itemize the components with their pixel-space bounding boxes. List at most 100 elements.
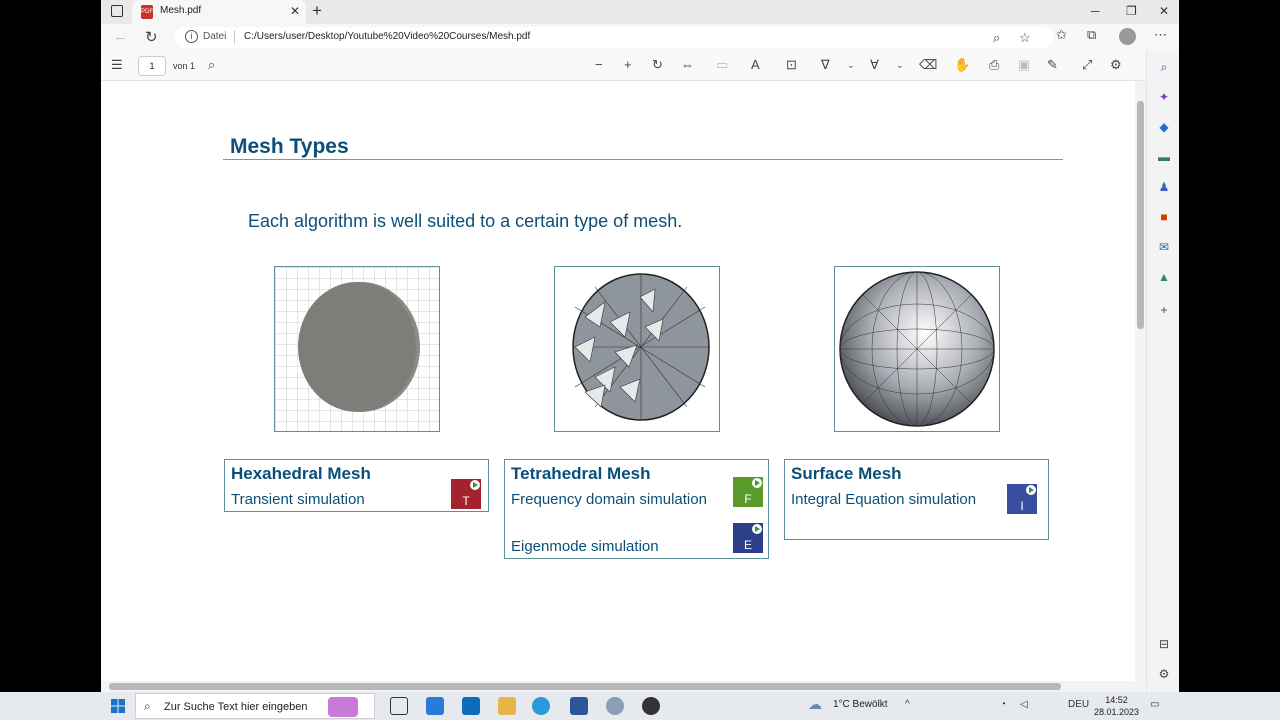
highlight-icon[interactable]: ∀ (870, 57, 879, 73)
add-icon[interactable]: + (1157, 303, 1171, 317)
sidebar-toggle-icon[interactable]: ⊟ (1157, 637, 1171, 651)
window-close-icon[interactable]: ✕ (1159, 4, 1169, 18)
collections-icon[interactable]: ⧉ (1087, 27, 1096, 43)
horizontal-scrollbar[interactable] (101, 681, 1145, 692)
minimize-icon[interactable]: ─ (1091, 4, 1100, 18)
search-icon[interactable]: ⌕ (208, 57, 215, 73)
card-line: Eigenmode simulation (511, 538, 659, 555)
more-icon[interactable]: ⋯ (1154, 27, 1167, 43)
surface-card: Surface Mesh Integral Equation simulatio… (784, 459, 1049, 540)
url-field[interactable]: i Datei C:/Users/user/Desktop/Youtube%20… (174, 27, 1054, 48)
recorder-icon[interactable] (642, 697, 660, 715)
text-icon[interactable]: ⊡ (786, 57, 797, 73)
weather-text[interactable]: 1°C Bewölkt (833, 699, 888, 710)
zoom-icon[interactable]: ⌕ (993, 30, 1000, 46)
hexahedral-mesh-image (274, 266, 440, 432)
settings-icon[interactable]: ⚙ (1157, 667, 1171, 681)
chevron-down-icon[interactable]: ⌄ (847, 60, 855, 71)
volume-icon[interactable]: ◁ (1020, 699, 1028, 710)
integral-solver-icon[interactable]: I (1007, 484, 1037, 514)
office-icon[interactable]: ■ (1157, 210, 1171, 224)
card-line: Integral Equation simulation (791, 491, 977, 508)
title-divider (223, 159, 1063, 160)
browser-window: PDF Mesh.pdf ✕ + ─ ❐ ✕ ← ↻ i Datei C:/Us… (101, 0, 1179, 692)
pdf-toolbar: ☰ 1 von 1 ⌕ − + ↻ ⇔ ▭ A ⊡ ∇ ⌄ ∀ ⌄ ⌫ ✋ ⎙ … (101, 51, 1145, 81)
avatar[interactable] (1119, 28, 1136, 45)
card-line: Transient simulation (231, 491, 365, 508)
edge-sidebar: ⌕ ✦ ◆ ▬ ♟ ■ ✉ ▲ + ⊟ ⚙ (1146, 51, 1179, 692)
pdf-page: Mesh Types Each algorithm is well suited… (101, 81, 1135, 681)
store-icon[interactable] (426, 697, 444, 715)
games-icon[interactable]: ♟ (1157, 180, 1171, 194)
scroll-thumb[interactable] (109, 683, 1061, 690)
print-icon[interactable]: ⎙ (989, 57, 999, 73)
tab-actions-icon[interactable] (111, 5, 123, 17)
chevron-up-icon[interactable]: ^ (905, 699, 910, 710)
fit-page-icon[interactable]: ⇔ (681, 57, 694, 72)
page-total: von 1 (173, 61, 196, 71)
word-icon[interactable] (570, 697, 588, 715)
windows-start-icon[interactable] (111, 699, 125, 713)
favorite-star-icon[interactable]: ☆ (1019, 30, 1031, 46)
back-icon[interactable]: ← (113, 28, 128, 45)
tree-icon[interactable]: ▲ (1157, 270, 1171, 284)
language-indicator[interactable]: DEU (1068, 699, 1089, 710)
touch-icon: ✋ (954, 57, 971, 72)
close-icon[interactable]: ✕ (290, 4, 300, 18)
search-icon[interactable]: ⌕ (1157, 60, 1171, 74)
page-number-input[interactable]: 1 (138, 56, 166, 76)
divider (234, 30, 235, 44)
tag-icon[interactable]: ◆ (1157, 120, 1171, 134)
fullscreen-icon[interactable]: ⤢ (1082, 57, 1092, 73)
badge-letter: T (462, 494, 470, 508)
transient-solver-icon[interactable]: T (451, 479, 481, 509)
url-text: C:/Users/user/Desktop/Youtube%20Video%20… (244, 31, 531, 42)
frequency-solver-icon[interactable]: F (733, 477, 763, 507)
scroll-thumb[interactable] (1137, 101, 1144, 329)
settings-icon[interactable]: ⚙ (1110, 57, 1122, 73)
app-icon[interactable] (606, 697, 624, 715)
maximize-icon[interactable]: ❐ (1126, 4, 1137, 18)
vertical-scrollbar[interactable] (1135, 81, 1146, 681)
badge-letter: I (1020, 499, 1024, 513)
surface-mesh-image (834, 266, 1000, 432)
network-icon[interactable]: ◔ (1000, 699, 1006, 710)
card-line: Frequency domain simulation (511, 491, 707, 508)
refresh-icon[interactable]: ↻ (145, 28, 158, 46)
search-highlight-icon (328, 697, 358, 717)
eigenmode-solver-icon[interactable]: E (733, 523, 763, 553)
read-aloud-icon[interactable]: A (751, 57, 760, 72)
zoom-out-icon[interactable]: − (595, 57, 603, 72)
address-bar: ← ↻ i Datei C:/Users/user/Desktop/Youtub… (101, 24, 1179, 51)
clock[interactable]: 14:52 28.01.2023 (1094, 694, 1139, 718)
tetrahedral-mesh-image (554, 266, 720, 432)
eraser-icon[interactable]: ⌫ (919, 57, 937, 73)
zoom-in-icon[interactable]: + (624, 57, 632, 72)
tab-mesh-pdf[interactable]: PDF Mesh.pdf ✕ (132, 0, 306, 24)
save-as-icon[interactable]: ✎ (1047, 57, 1058, 73)
toolbox-icon[interactable]: ▬ (1157, 150, 1171, 164)
copilot-icon[interactable]: ✦ (1157, 90, 1171, 104)
tab-bar: PDF Mesh.pdf ✕ + ─ ❐ ✕ (101, 0, 1179, 24)
badge-letter: E (743, 538, 752, 552)
taskbar-search-input[interactable]: ⌕ Zur Suche Text hier eingeben (135, 693, 375, 719)
cloud-icon: ☁ (808, 696, 822, 712)
badge-letter: F (744, 492, 752, 506)
mail-icon[interactable] (462, 697, 480, 715)
outlook-icon[interactable]: ✉ (1157, 240, 1171, 254)
task-view-icon[interactable] (390, 697, 408, 715)
date: 28.01.2023 (1094, 707, 1140, 717)
rotate-icon[interactable]: ↻ (652, 57, 663, 73)
save-icon: ▣ (1018, 57, 1031, 72)
contents-icon[interactable]: ☰ (111, 57, 123, 73)
new-tab-icon[interactable]: + (312, 1, 322, 21)
chevron-down-icon[interactable]: ⌄ (896, 60, 904, 71)
search-icon: ⌕ (144, 699, 151, 713)
time: 14:52 (1105, 695, 1128, 705)
notification-icon[interactable]: ▭ (1150, 699, 1159, 710)
favorites-icon[interactable]: ✩ (1056, 27, 1067, 43)
info-icon[interactable]: i (185, 30, 198, 43)
edge-icon[interactable] (532, 697, 550, 715)
draw-icon[interactable]: ∇ (821, 57, 830, 73)
file-explorer-icon[interactable] (498, 697, 516, 715)
